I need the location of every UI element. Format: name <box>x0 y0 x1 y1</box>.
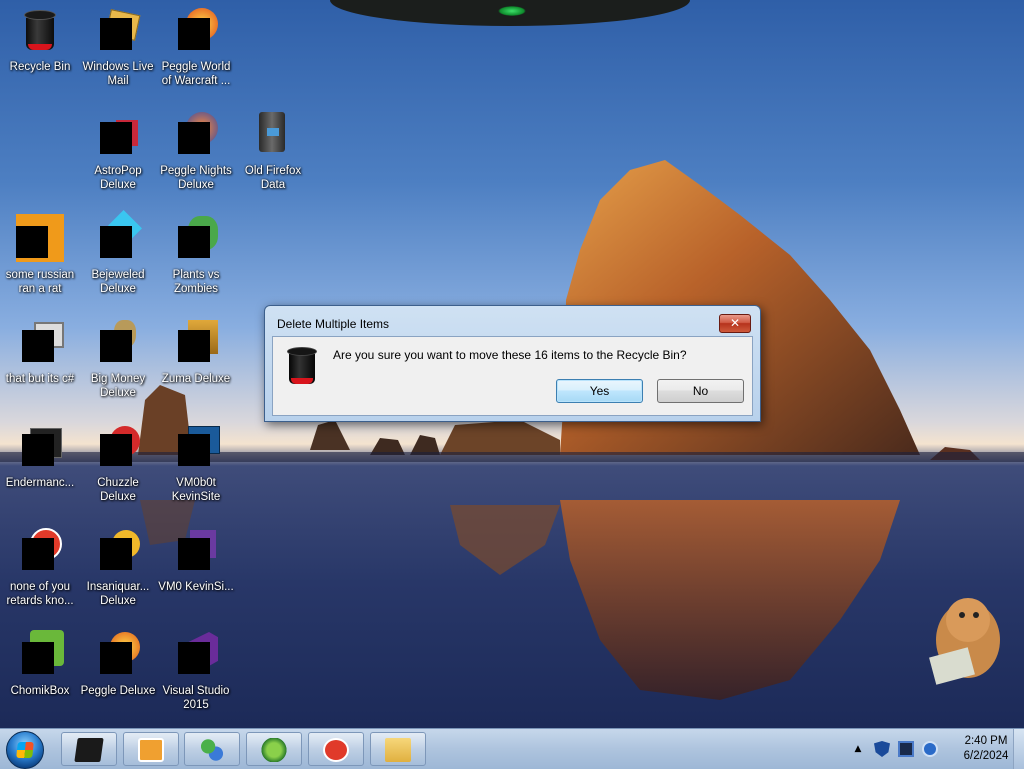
desktop-icon-label: Old Firefox Data <box>244 165 302 191</box>
folder-icon <box>385 738 411 762</box>
desktop-icon-label: Peggle World of Warcraft ... <box>161 61 231 87</box>
delete-multiple-items-dialog: Delete Multiple Items ✕ Are you sure you… <box>264 305 761 422</box>
no-button[interactable]: No <box>657 379 744 403</box>
astropop-icon <box>94 110 142 158</box>
desktop-icon-vm0-kevinsite[interactable]: VM0 KevinSi... <box>157 526 235 594</box>
desktop-icon-label: Peggle Deluxe <box>80 685 156 697</box>
media-player-icon <box>138 738 164 762</box>
clock[interactable]: 2:40 PM 6/2/2024 <box>956 734 1016 764</box>
bird-game-icon <box>16 526 64 574</box>
fish-icon <box>94 526 142 574</box>
desktop-icon-peggle-deluxe[interactable]: Peggle Deluxe <box>79 630 157 698</box>
start-button[interactable] <box>6 731 44 769</box>
desktop-icon-visual-studio[interactable]: Visual Studio 2015 <box>157 630 235 712</box>
desktop-icon-some-russian[interactable]: some russian ran a rat <box>1 214 79 296</box>
show-hidden-icon[interactable]: ▲ <box>850 741 866 757</box>
desktop-icon-vm0b0t[interactable]: VM0b0t KevinSite <box>157 422 235 504</box>
desktop-icon-label: ChomikBox <box>10 685 70 697</box>
desktop-icon-peggle-wow[interactable]: Peggle World of Warcraft ... <box>157 6 235 88</box>
money-bag-icon <box>94 318 142 366</box>
desktop-icon-label: Peggle Nights Deluxe <box>160 165 232 191</box>
desktop-icon-label: Visual Studio 2015 <box>162 685 230 711</box>
taskbar-pinned-black-box[interactable] <box>61 732 117 766</box>
clock-time: 2:40 PM <box>964 735 1008 747</box>
zuma-icon <box>172 318 220 366</box>
bird-game-icon <box>323 738 349 762</box>
peggle-icon <box>94 630 142 678</box>
desktop-icon-label: AstroPop Deluxe <box>94 165 142 191</box>
desktop-icon-none-of-you[interactable]: none of you retards kno... <box>1 526 79 608</box>
desktop-icon-big-money[interactable]: Big Money Deluxe <box>79 318 157 400</box>
taskbar-pinned-media-player[interactable] <box>123 732 179 766</box>
desktop-icon-label: some russian ran a rat <box>5 269 75 295</box>
desktop-icon-label: Recycle Bin <box>9 61 71 73</box>
windows-stack-icon <box>16 318 64 366</box>
desktop-icon-chomikbox[interactable]: ChomikBox <box>1 630 79 698</box>
visual-studio-icon <box>172 630 220 678</box>
script-icon <box>16 214 64 262</box>
chomikbox-icon <box>16 630 64 678</box>
security-shield-icon[interactable] <box>874 741 890 757</box>
gadget-indicator-light <box>498 6 526 16</box>
mail-icon <box>94 6 142 54</box>
desktop-icon-label: Plants vs Zombies <box>172 269 220 295</box>
plants-vs-zombies-icon <box>261 738 287 762</box>
desktop-icon-peggle-nights[interactable]: Peggle Nights Deluxe <box>157 110 235 192</box>
plants-vs-zombies-icon <box>172 214 220 262</box>
close-button[interactable]: ✕ <box>719 314 751 333</box>
windows-logo-icon <box>16 742 34 758</box>
dialog-body: Are you sure you want to move these 16 i… <box>272 336 753 416</box>
peggle-wow-icon <box>172 6 220 54</box>
display-icon[interactable] <box>898 741 914 757</box>
taskbar-pinned-bird-game[interactable] <box>308 732 364 766</box>
chuzzle-icon <box>94 422 142 470</box>
desktop-icon-label: Zuma Deluxe <box>161 373 231 385</box>
desktop-icon-windows-live-mail[interactable]: Windows Live Mail <box>79 6 157 88</box>
desktop-icon-chuzzle[interactable]: Chuzzle Deluxe <box>79 422 157 504</box>
desktop-icon-insaniquarium[interactable]: Insaniquar... Deluxe <box>79 526 157 608</box>
desktop-icon-plants-vs-zombies[interactable]: Plants vs Zombies <box>157 214 235 296</box>
desktop-icon-zuma[interactable]: Zuma Deluxe <box>157 318 235 386</box>
taskbar-pinned-plants-vs-zombies[interactable] <box>246 732 302 766</box>
system-tray: ▲ 2:40 PM 6/2/2024 <box>834 729 1024 769</box>
vm-icon <box>172 422 220 470</box>
peggle-nights-icon <box>172 110 220 158</box>
terminal-icon <box>16 422 64 470</box>
desktop-icon-label: Windows Live Mail <box>82 61 154 87</box>
archive-drive-icon <box>249 110 297 158</box>
yes-button[interactable]: Yes <box>556 379 643 403</box>
desktop-icon-label: Big Money Deluxe <box>90 373 146 399</box>
desktop-icon-astropop[interactable]: AstroPop Deluxe <box>79 110 157 192</box>
black-box-icon <box>74 738 104 762</box>
desktop-icon-that-but-its-csharp[interactable]: that but its c# <box>1 318 79 386</box>
recycle-bin-icon <box>287 347 317 385</box>
network-users-icon <box>199 738 225 762</box>
vm-icon <box>172 526 220 574</box>
taskbar-pinned-folder[interactable] <box>370 732 426 766</box>
taskbar: ▲ 2:40 PM 6/2/2024 <box>0 728 1024 769</box>
desktop-icon-label: none of you retards kno... <box>6 581 74 607</box>
desktop-icon-recycle-bin[interactable]: Recycle Bin <box>1 6 79 74</box>
taskbar-pinned-network-users[interactable] <box>184 732 240 766</box>
desktop-icon-endermanc[interactable]: Endermanc... <box>1 422 79 490</box>
clock-date: 6/2/2024 <box>963 750 1009 762</box>
desktop-icon-label: Endermanc... <box>5 477 75 489</box>
dialog-title: Delete Multiple Items <box>277 317 390 331</box>
show-desktop-button[interactable] <box>1013 729 1024 769</box>
recycle-bin-icon <box>16 6 64 54</box>
desktop-icon-label: VM0 KevinSi... <box>158 581 234 593</box>
desktop-icon-label: Chuzzle Deluxe <box>97 477 139 503</box>
desktop-icon-bejeweled[interactable]: Bejeweled Deluxe <box>79 210 157 296</box>
desktop-icon-label: Insaniquar... Deluxe <box>86 581 150 607</box>
network-icon[interactable] <box>922 741 938 757</box>
desktop-icon-label: Bejeweled Deluxe <box>91 269 145 295</box>
dialog-message: Are you sure you want to move these 16 i… <box>333 348 687 362</box>
bejeweled-icon <box>94 210 142 262</box>
desktop-icon-label: that but its c# <box>5 373 75 385</box>
desktop-icon-label: VM0b0t KevinSite <box>171 477 221 503</box>
desktop-icon-old-firefox-data[interactable]: Old Firefox Data <box>234 110 312 192</box>
